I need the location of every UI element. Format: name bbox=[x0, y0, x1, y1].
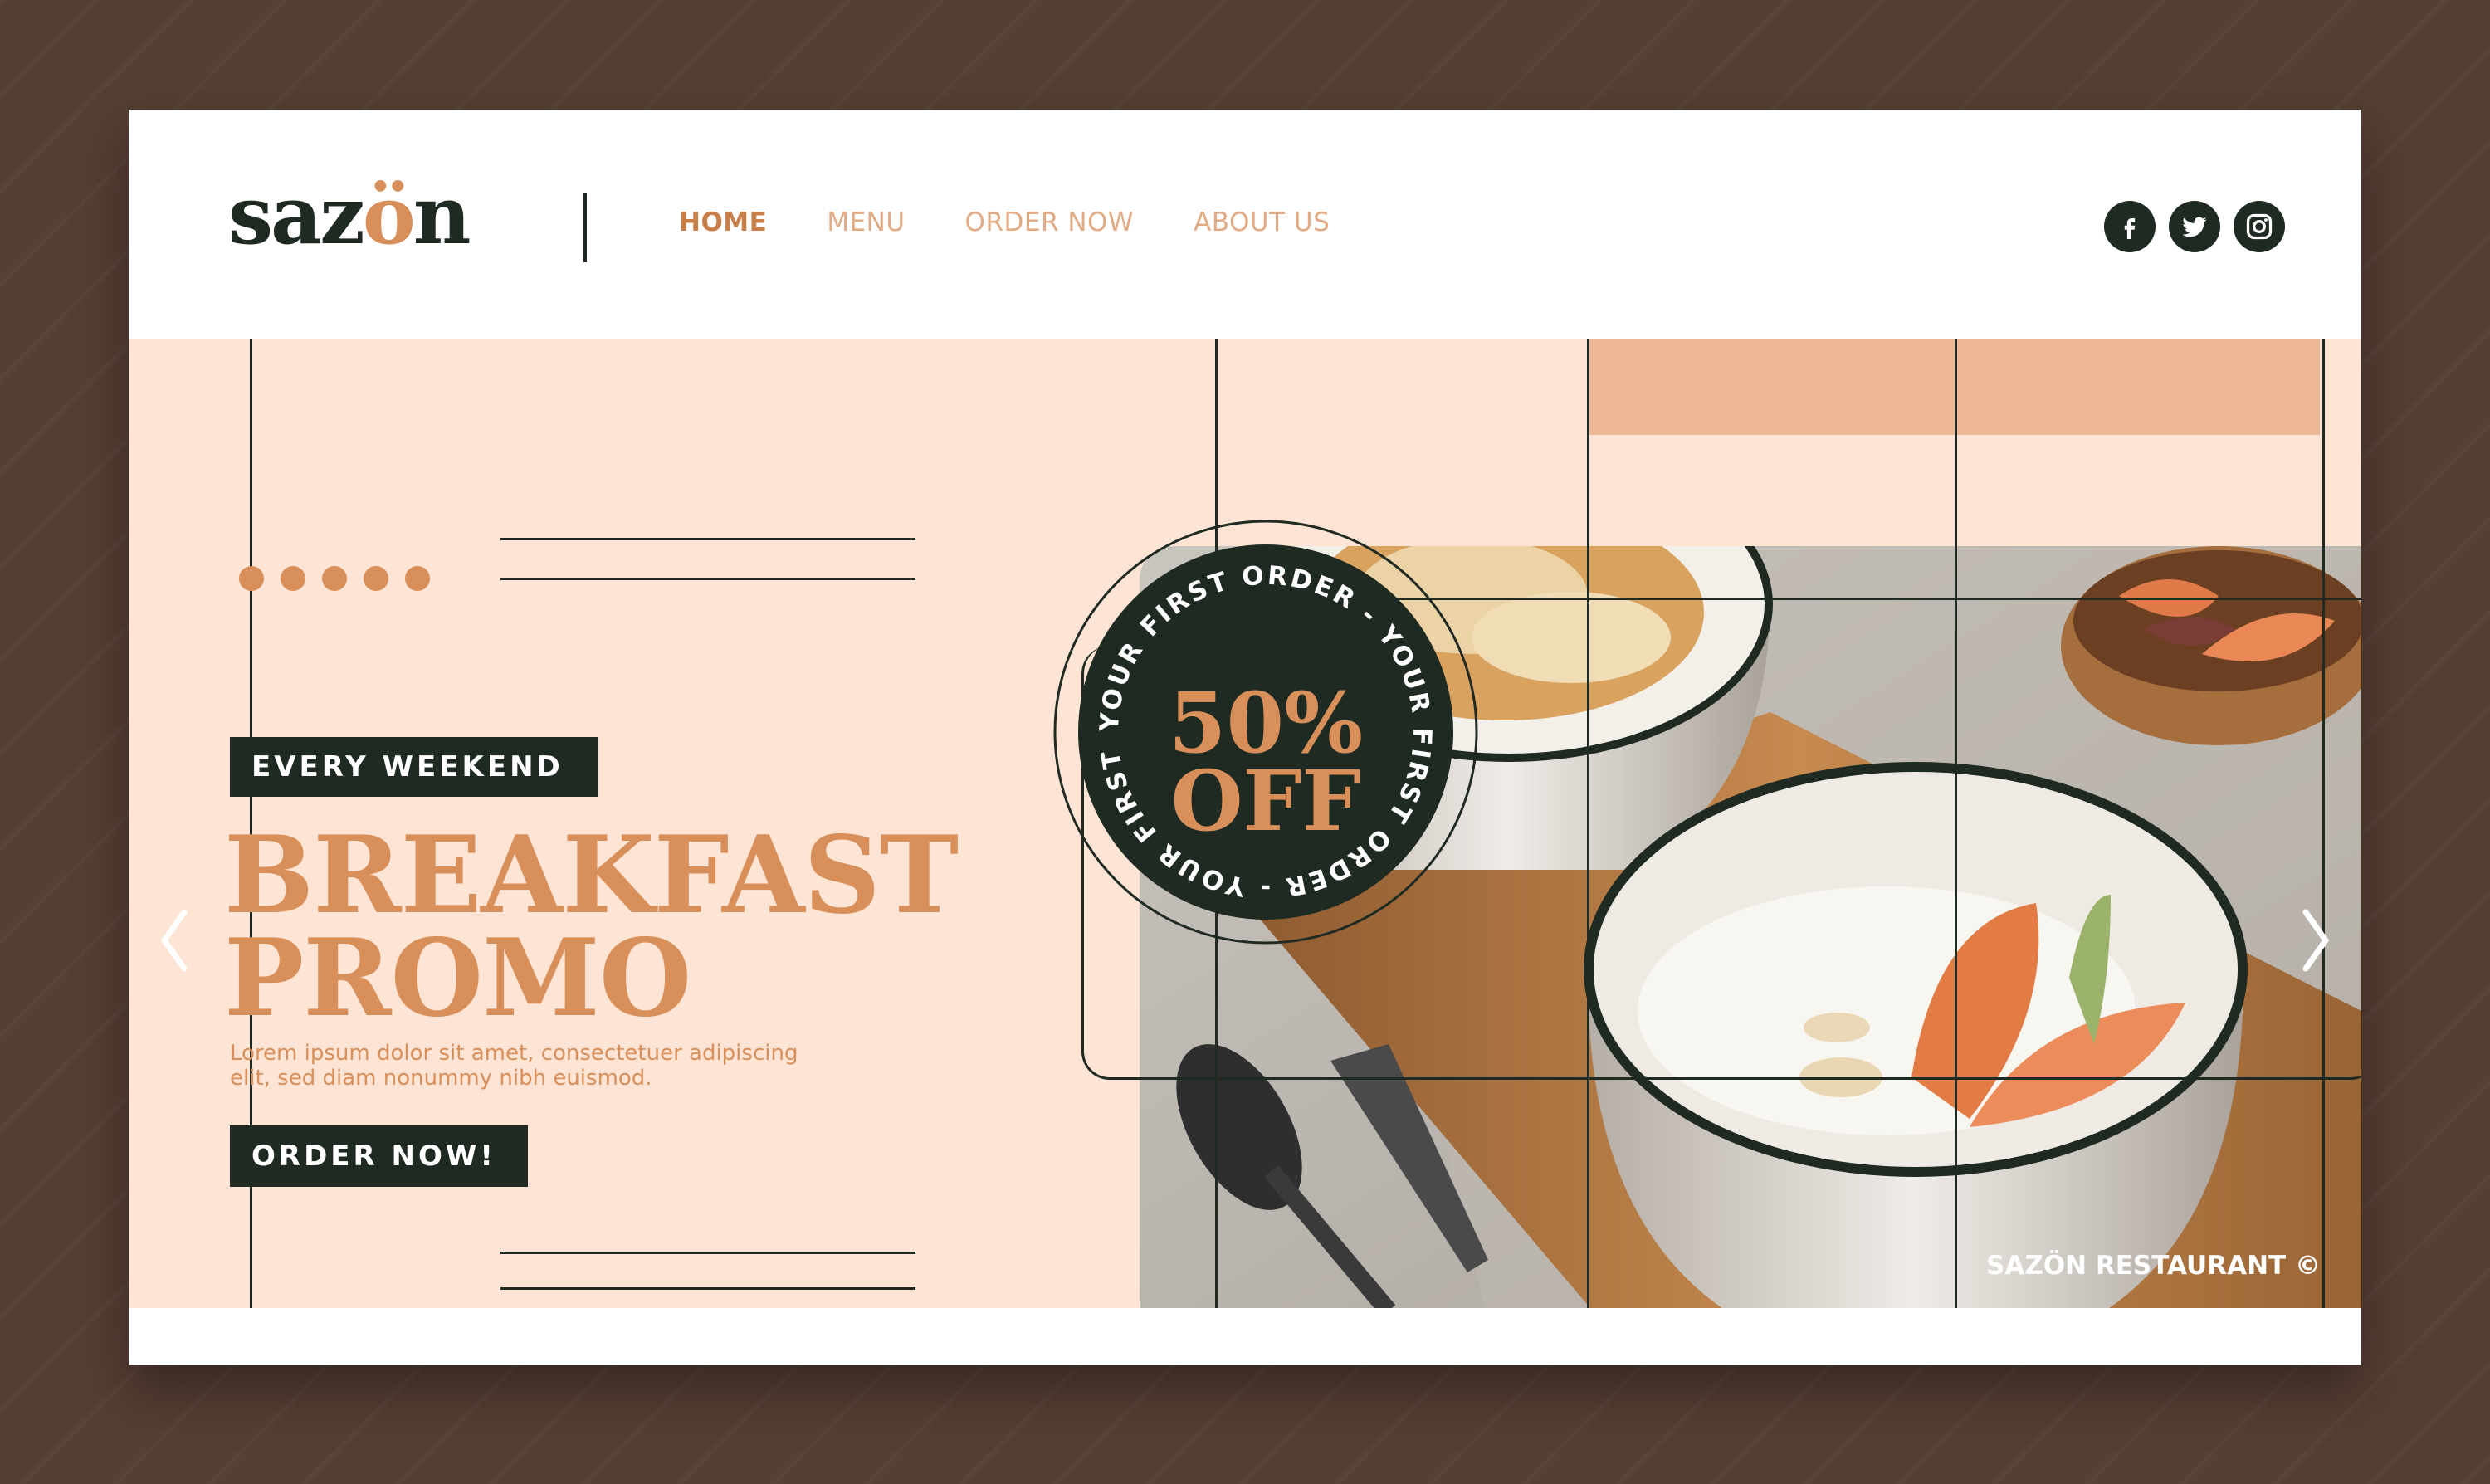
decor-dots-top bbox=[239, 566, 447, 591]
hero-description: Lorem ipsum dolor sit amet, consectetuer… bbox=[230, 1041, 861, 1091]
instagram-icon[interactable] bbox=[2234, 201, 2285, 252]
every-weekend-badge: EVERY WEEKEND bbox=[230, 737, 598, 797]
chevron-left-icon bbox=[160, 909, 188, 972]
decor-line bbox=[500, 578, 915, 580]
promo-seal: YOUR FIRST ORDER - YOUR FIRST ORDER - YO… bbox=[1038, 493, 1482, 948]
decor-line bbox=[500, 538, 915, 540]
carousel-next-arrow[interactable] bbox=[2295, 903, 2336, 978]
brand-logo[interactable]: sazön bbox=[228, 176, 471, 256]
grid-line bbox=[2322, 339, 2325, 1308]
twitter-icon[interactable] bbox=[2169, 201, 2220, 252]
nav-order-now[interactable]: ORDER NOW bbox=[965, 207, 1135, 237]
seal-off-label: OFF bbox=[1170, 752, 1360, 850]
order-now-button[interactable]: ORDER NOW! bbox=[230, 1125, 528, 1187]
grid-line bbox=[1955, 339, 1957, 1308]
hero-headline: BREAKFAST PROMO bbox=[224, 813, 959, 1041]
header-divider bbox=[583, 193, 587, 262]
chevron-right-icon bbox=[2302, 909, 2330, 972]
main-nav: HOME MENU ORDER NOW ABOUT US bbox=[679, 207, 1389, 237]
headline-line-1: BREAKFAST bbox=[224, 813, 959, 938]
nav-about-us[interactable]: ABOUT US bbox=[1194, 207, 1330, 237]
social-links bbox=[2104, 201, 2298, 252]
description-line-2: elit, sed diam nonummy nibh euismod. bbox=[230, 1066, 652, 1091]
nav-menu[interactable]: MENU bbox=[827, 207, 905, 237]
logo-accent-letter: ö bbox=[362, 168, 416, 262]
logo-suffix: n bbox=[413, 168, 471, 262]
carousel-prev-arrow[interactable] bbox=[154, 903, 195, 978]
nav-home[interactable]: HOME bbox=[679, 207, 767, 237]
grid-line bbox=[1587, 339, 1589, 1308]
headline-line-2: PROMO bbox=[224, 916, 691, 1041]
restaurant-copyright: SAZÖN RESTAURANT © bbox=[1986, 1251, 2321, 1281]
landing-page-card: sazön HOME MENU ORDER NOW ABOUT US EVERY… bbox=[129, 110, 2361, 1365]
decor-line bbox=[500, 1252, 915, 1254]
description-line-1: Lorem ipsum dolor sit amet, consectetuer… bbox=[230, 1041, 798, 1066]
hero-banner: EVERY WEEKEND BREAKFAST PROMO Lorem ipsu… bbox=[129, 339, 2361, 1308]
facebook-icon[interactable] bbox=[2104, 201, 2156, 252]
decor-line bbox=[500, 1287, 915, 1290]
decor-block-top bbox=[1587, 339, 2320, 435]
logo-prefix: saz bbox=[228, 168, 365, 262]
